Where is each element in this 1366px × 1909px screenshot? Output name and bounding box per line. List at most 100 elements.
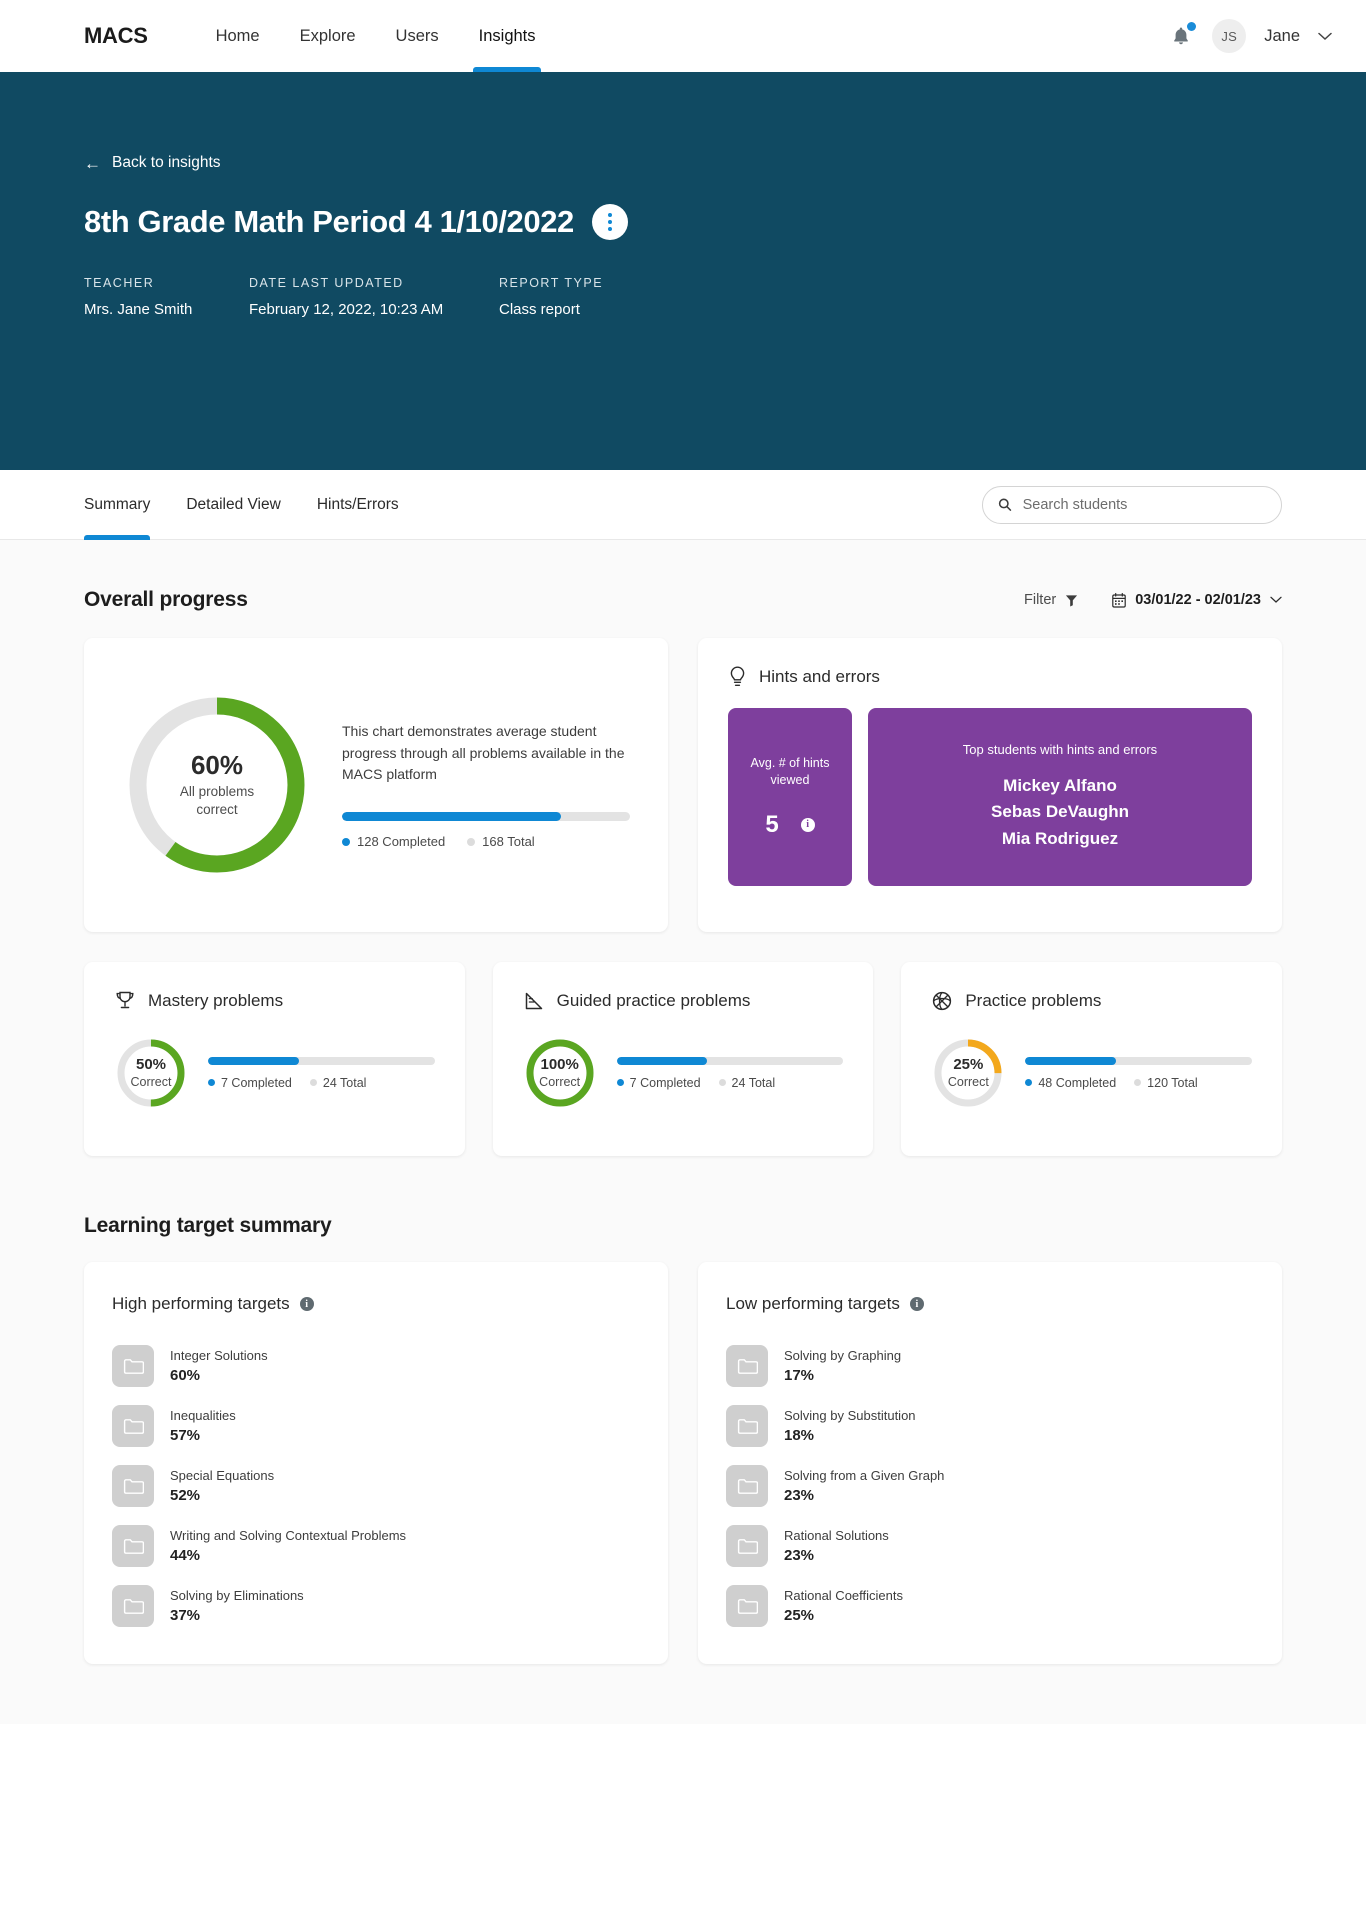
folder-glyph bbox=[737, 1418, 758, 1434]
practice-progress-bar bbox=[1025, 1056, 1253, 1065]
target-percent: 37% bbox=[170, 1606, 201, 1624]
legend-dot-total bbox=[309, 1079, 317, 1086]
info-icon[interactable]: i bbox=[909, 1297, 924, 1311]
ruler-icon bbox=[525, 992, 542, 1010]
folder-icon bbox=[726, 1405, 768, 1447]
meta-label-teacher: TEACHER bbox=[84, 275, 155, 290]
problem-type-cards-row: Mastery problems 50% Correct 7 Completed… bbox=[84, 962, 1283, 1156]
avatar[interactable]: JS bbox=[1212, 19, 1247, 53]
chevron-down-icon[interactable] bbox=[1318, 32, 1332, 41]
folder-icon bbox=[726, 1585, 768, 1627]
info-icon[interactable]: i bbox=[299, 1297, 314, 1311]
learning-targets-row: High performing targets i Integer Soluti… bbox=[84, 1262, 1282, 1664]
hero-title-row: 8th Grade Math Period 4 1/10/2022 bbox=[84, 203, 1282, 240]
list-item[interactable]: Integer Solutions 60% bbox=[112, 1336, 640, 1396]
kebab-dot bbox=[607, 226, 612, 231]
list-item[interactable]: Special Equations 52% bbox=[112, 1456, 640, 1516]
back-to-insights-link[interactable]: ← Back to insights bbox=[84, 72, 221, 172]
guided-card-header: Guided practice problems bbox=[523, 990, 844, 1012]
list-item[interactable]: Inequalities 57% bbox=[112, 1396, 640, 1456]
kebab-dot bbox=[607, 219, 612, 224]
mastery-progress-bar bbox=[208, 1056, 435, 1065]
guided-practice-problems-card: Guided practice problems 100% Correct 7 … bbox=[492, 962, 874, 1156]
practice-progress-section: 48 Completed 120 Total bbox=[1025, 1056, 1253, 1090]
target-text-block: Solving from a Given Graph 23% bbox=[784, 1466, 944, 1506]
nav-item-insights[interactable]: Insights bbox=[459, 0, 556, 72]
nav-item-home[interactable]: Home bbox=[196, 0, 280, 72]
info-icon[interactable]: i bbox=[800, 817, 815, 832]
search-students-box[interactable] bbox=[982, 485, 1282, 524]
user-name-label[interactable]: Jane bbox=[1264, 27, 1300, 46]
avg-hints-value-row: 5 i bbox=[765, 811, 815, 839]
folder-glyph bbox=[123, 1358, 144, 1374]
target-text-block: Solving by Substitution 18% bbox=[784, 1406, 916, 1446]
low-targets-list: Solving by Graphing 17% Solving by Subst… bbox=[726, 1336, 1254, 1636]
date-range-picker[interactable]: 03/01/22 - 02/01/23 bbox=[1112, 592, 1282, 608]
list-item[interactable]: Rational Solutions 23% bbox=[726, 1516, 1254, 1576]
list-item[interactable]: Rational Coefficients 25% bbox=[726, 1576, 1254, 1636]
nav-item-users[interactable]: Users bbox=[376, 0, 459, 72]
target-name: Solving by Eliminations bbox=[170, 1588, 304, 1604]
tab-summary[interactable]: Summary bbox=[84, 470, 151, 540]
target-name: Rational Solutions bbox=[784, 1528, 889, 1544]
high-targets-title: High performing targets bbox=[112, 1294, 290, 1313]
chevron-down-icon bbox=[1270, 596, 1282, 603]
folder-glyph bbox=[737, 1598, 758, 1614]
overall-progress-description: This chart demonstrates average student … bbox=[342, 722, 625, 783]
list-item[interactable]: Solving by Graphing 17% bbox=[726, 1336, 1254, 1396]
legend-dot-total bbox=[718, 1079, 726, 1086]
report-options-menu-button[interactable] bbox=[591, 203, 628, 240]
tab-hints-errors[interactable]: Hints/Errors bbox=[317, 470, 399, 540]
target-text-block: Rational Coefficients 25% bbox=[784, 1586, 903, 1626]
mastery-card-body: 50% Correct 7 Completed 24 Total bbox=[114, 1036, 435, 1110]
brand-logo[interactable]: MACS bbox=[84, 23, 148, 49]
top-student-name: Sebas DeVaughn bbox=[991, 802, 1129, 822]
practice-problems-card: Practice problems 25% Correct 48 Complet… bbox=[901, 962, 1283, 1156]
report-meta-row: TEACHER Mrs. Jane Smith DATE LAST UPDATE… bbox=[84, 276, 1282, 318]
folder-glyph bbox=[123, 1478, 144, 1494]
list-item[interactable]: Solving by Substitution 18% bbox=[726, 1396, 1254, 1456]
practice-donut-label: 25% Correct bbox=[931, 1036, 1005, 1110]
search-icon bbox=[998, 498, 1012, 511]
practice-card-body: 25% Correct 48 Completed 120 Total bbox=[931, 1036, 1253, 1110]
notification-badge-dot bbox=[1187, 22, 1197, 31]
page-title: 8th Grade Math Period 4 1/10/2022 bbox=[84, 203, 574, 239]
target-name: Inequalities bbox=[170, 1408, 236, 1424]
folder-glyph bbox=[737, 1358, 758, 1374]
search-input[interactable] bbox=[1022, 496, 1266, 513]
overall-progress-row: 60% All problems correct This chart demo… bbox=[84, 638, 1282, 932]
nav-item-explore[interactable]: Explore bbox=[280, 0, 376, 72]
section-title-learning-target-summary: Learning target summary bbox=[84, 1214, 332, 1237]
folder-icon bbox=[112, 1465, 154, 1507]
target-name: Integer Solutions bbox=[170, 1348, 268, 1364]
overall-progress-tools: Filter 03/01/22 - 02/01/23 bbox=[1024, 592, 1282, 608]
mastery-card-header: Mastery problems bbox=[114, 990, 435, 1012]
legend-dot-total bbox=[1134, 1079, 1142, 1086]
folder-glyph bbox=[123, 1418, 144, 1434]
practice-card-title: Practice problems bbox=[965, 991, 1102, 1010]
list-item[interactable]: Solving by Eliminations 37% bbox=[112, 1576, 640, 1636]
meta-date-last-updated: DATE LAST UPDATED February 12, 2022, 10:… bbox=[249, 276, 499, 318]
calendar-icon bbox=[1112, 592, 1127, 608]
legend-completed: 48 Completed bbox=[1025, 1076, 1116, 1090]
meta-teacher: TEACHER Mrs. Jane Smith bbox=[84, 276, 249, 318]
list-item[interactable]: Solving from a Given Graph 23% bbox=[726, 1456, 1254, 1516]
basketball-icon bbox=[933, 991, 952, 1011]
target-name: Special Equations bbox=[170, 1468, 275, 1484]
legend-completed-label: 7 Completed bbox=[629, 1075, 701, 1090]
filter-label: Filter bbox=[1023, 592, 1057, 608]
back-arrow-icon: ← bbox=[84, 153, 101, 173]
overall-donut-chart: 60% All problems correct bbox=[122, 690, 312, 880]
legend-dot-completed bbox=[342, 837, 350, 846]
overall-sub-line-2: correct bbox=[196, 801, 238, 817]
folder-glyph bbox=[123, 1598, 144, 1614]
avg-hints-label: Avg. # of hints viewed bbox=[750, 756, 830, 787]
report-hero-banner: ← Back to insights 8th Grade Math Period… bbox=[0, 72, 1366, 470]
tab-detailed-view[interactable]: Detailed View bbox=[186, 470, 281, 540]
filter-button[interactable]: Filter bbox=[1024, 592, 1078, 608]
overall-progress-right: This chart demonstrates average student … bbox=[342, 721, 630, 849]
target-text-block: Solving by Graphing 17% bbox=[784, 1346, 901, 1386]
target-name: Rational Coefficients bbox=[784, 1588, 903, 1604]
list-item[interactable]: Writing and Solving Contextual Problems … bbox=[112, 1516, 640, 1576]
notifications-button[interactable] bbox=[1168, 22, 1197, 49]
